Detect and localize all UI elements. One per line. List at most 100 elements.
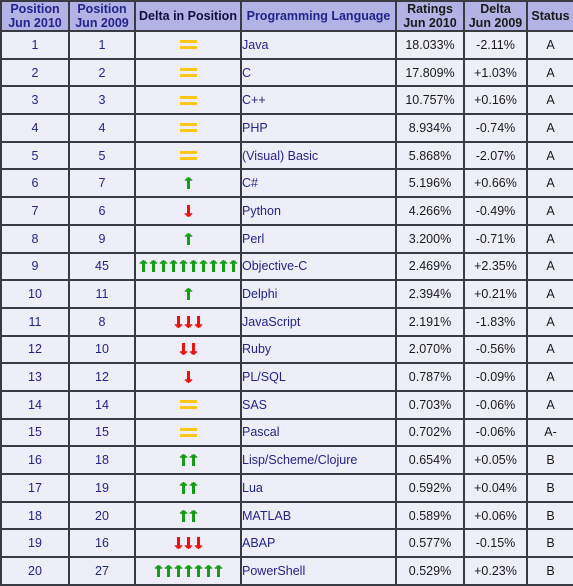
cell-position-2010: 12	[0, 334, 70, 365]
cell-position-2009: 27	[68, 556, 136, 586]
cell-programming-language[interactable]: PHP	[240, 113, 397, 143]
cell-status: B	[526, 528, 573, 559]
cell-position-2009: 1	[68, 30, 136, 60]
cell-rating: 0.592%	[395, 473, 465, 503]
cell-rating: 0.703%	[395, 389, 465, 420]
cell-status: A	[526, 306, 573, 337]
table-row: 20 27 PowerShell 0.529% +0.23% B	[0, 556, 573, 586]
cell-programming-language[interactable]: MATLAB	[240, 500, 397, 531]
cell-programming-language[interactable]: JavaScript	[240, 306, 397, 337]
arrow-up-icon	[229, 260, 237, 273]
arrow-up-icon	[209, 260, 217, 273]
cell-delta-in-position	[134, 445, 242, 475]
arrow-down-icon	[184, 204, 192, 217]
arrow-up-icon	[169, 260, 177, 273]
arrow-up-icon	[179, 454, 187, 467]
table-header: Position Jun 2010 Position Jun 2009 Delt…	[0, 0, 573, 32]
cell-delta-in-position	[134, 251, 242, 282]
cell-delta-in-position	[134, 279, 242, 309]
cell-position-2010: 1	[0, 30, 70, 60]
cell-programming-language[interactable]: PowerShell	[240, 556, 397, 586]
cell-rating: 2.070%	[395, 334, 465, 365]
equals-icon	[179, 95, 197, 106]
cell-position-2009: 9	[68, 223, 136, 254]
cell-programming-language[interactable]: Objective-C	[240, 251, 397, 282]
cell-programming-language[interactable]: Java	[240, 30, 397, 60]
arrow-up-icon	[184, 288, 192, 301]
cell-rating: 2.191%	[395, 306, 465, 337]
table-row: 14 14 SAS 0.703% -0.06% A	[0, 389, 573, 420]
cell-programming-language[interactable]: Lua	[240, 473, 397, 503]
cell-programming-language[interactable]: C#	[240, 168, 397, 199]
cell-delta-rating: -0.71%	[463, 223, 528, 254]
arrow-up-icon	[164, 565, 172, 578]
cell-programming-language[interactable]: Lisp/Scheme/Clojure	[240, 445, 397, 475]
arrow-up-icon	[189, 481, 197, 494]
cell-rating: 8.934%	[395, 113, 465, 143]
header-position-2010: Position Jun 2010	[0, 0, 70, 32]
cell-programming-language[interactable]: Delphi	[240, 279, 397, 309]
cell-delta-rating: +0.05%	[463, 445, 528, 475]
cell-programming-language[interactable]: (Visual) Basic	[240, 140, 397, 171]
cell-rating: 5.868%	[395, 140, 465, 171]
cell-position-2010: 5	[0, 140, 70, 171]
table-row: 12 10 Ruby 2.070% -0.56% A	[0, 334, 573, 365]
cell-status: B	[526, 445, 573, 475]
arrow-down-icon	[189, 343, 197, 356]
delta-icon-group	[136, 281, 240, 307]
cell-programming-language[interactable]: Perl	[240, 223, 397, 254]
equals-icon	[179, 427, 197, 438]
cell-programming-language[interactable]: ABAP	[240, 528, 397, 559]
delta-icon-group	[136, 226, 240, 252]
cell-delta-rating: -0.06%	[463, 417, 528, 448]
cell-delta-rating: -2.07%	[463, 140, 528, 171]
cell-status: A	[526, 57, 573, 88]
cell-delta-in-position	[134, 417, 242, 448]
cell-position-2010: 19	[0, 528, 70, 559]
cell-rating: 0.529%	[395, 556, 465, 586]
cell-position-2009: 8	[68, 306, 136, 337]
cell-delta-in-position	[134, 528, 242, 559]
header-status: Status	[526, 0, 573, 32]
arrow-up-icon	[189, 260, 197, 273]
cell-rating: 5.196%	[395, 168, 465, 199]
arrow-down-icon	[179, 343, 187, 356]
cell-position-2010: 6	[0, 168, 70, 199]
cell-programming-language[interactable]: C++	[240, 85, 397, 116]
cell-position-2010: 15	[0, 417, 70, 448]
header-line-1: Position	[77, 2, 127, 16]
cell-programming-language[interactable]: Ruby	[240, 334, 397, 365]
cell-position-2010: 4	[0, 113, 70, 143]
cell-position-2010: 3	[0, 85, 70, 116]
arrow-up-icon	[204, 565, 212, 578]
table-row: 1 1 Java 18.033% -2.11% A	[0, 30, 573, 60]
cell-programming-language[interactable]: Python	[240, 196, 397, 226]
cell-status: B	[526, 556, 573, 586]
cell-delta-in-position	[134, 168, 242, 199]
cell-delta-rating: -0.06%	[463, 389, 528, 420]
arrow-up-icon	[179, 260, 187, 273]
cell-position-2010: 18	[0, 500, 70, 531]
cell-rating: 0.577%	[395, 528, 465, 559]
header-line-2: Jun 2010	[8, 16, 62, 30]
cell-delta-rating: -2.11%	[463, 30, 528, 60]
delta-icon-group	[136, 32, 240, 58]
cell-position-2009: 5	[68, 140, 136, 171]
cell-delta-rating: -0.49%	[463, 196, 528, 226]
cell-status: A	[526, 30, 573, 60]
cell-delta-in-position	[134, 140, 242, 171]
cell-programming-language[interactable]: SAS	[240, 389, 397, 420]
cell-delta-in-position	[134, 334, 242, 365]
cell-rating: 2.469%	[395, 251, 465, 282]
cell-delta-rating: +0.06%	[463, 500, 528, 531]
table-row: 2 2 C 17.809% +1.03% A	[0, 57, 573, 88]
table-row: 19 16 ABAP 0.577% -0.15% B	[0, 528, 573, 559]
arrow-up-icon	[194, 565, 202, 578]
cell-programming-language[interactable]: C	[240, 57, 397, 88]
cell-programming-language[interactable]: PL/SQL	[240, 362, 397, 392]
cell-delta-in-position	[134, 556, 242, 586]
equals-icon	[179, 67, 197, 78]
cell-programming-language[interactable]: Pascal	[240, 417, 397, 448]
cell-status: A	[526, 168, 573, 199]
cell-delta-in-position	[134, 473, 242, 503]
